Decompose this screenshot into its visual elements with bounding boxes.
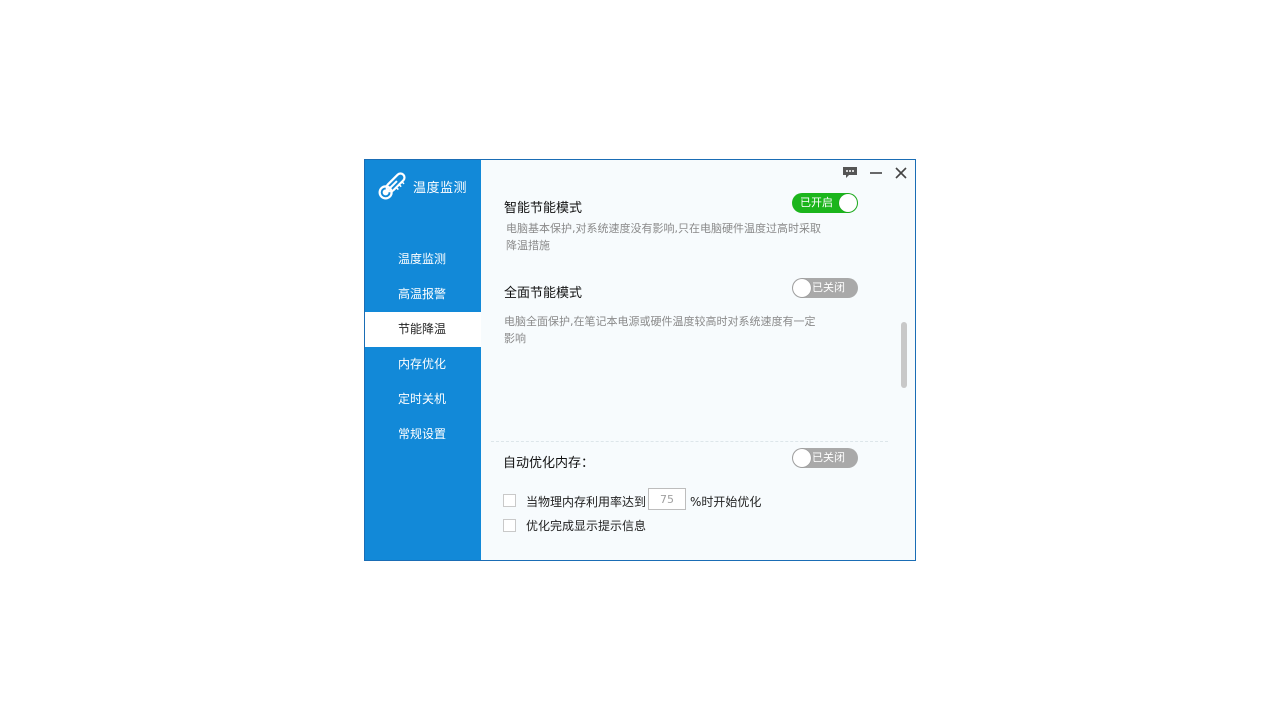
toggle-knob — [793, 279, 811, 297]
sidebar: 温度监测 温度监测 高温报警 节能降温 内存优化 定时关机 常规设置 — [365, 160, 481, 560]
sidebar-item-general-settings[interactable]: 常规设置 — [365, 417, 481, 452]
notify-checkbox[interactable] — [503, 519, 516, 532]
toggle-knob — [793, 449, 811, 467]
thermometer-icon — [375, 169, 409, 203]
memory-threshold-input[interactable]: 75 — [648, 488, 686, 510]
full-mode-toggle[interactable]: 已关闭 — [792, 278, 858, 298]
close-icon[interactable] — [892, 165, 910, 181]
app-window: 温度监测 温度监测 高温报警 节能降温 内存优化 定时关机 常规设置 智能节能模… — [364, 159, 916, 561]
auto-memory-title: 自动优化内存： — [503, 456, 595, 471]
auto-memory-toggle[interactable]: 已关闭 — [792, 448, 858, 468]
smart-mode-title: 智能节能模式 — [504, 201, 583, 216]
sidebar-item-energy-saving[interactable]: 节能降温 — [365, 312, 481, 347]
smart-mode-toggle[interactable]: 已开启 — [792, 193, 858, 213]
scrollbar-thumb[interactable] — [901, 322, 907, 388]
notify-label: 优化完成显示提示信息 — [526, 519, 647, 533]
app-title: 温度监测 — [413, 180, 468, 196]
memory-threshold-checkbox[interactable] — [503, 494, 516, 507]
sidebar-item-high-temp-alarm[interactable]: 高温报警 — [365, 277, 481, 312]
smart-mode-toggle-label: 已开启 — [800, 196, 833, 209]
sidebar-item-temperature[interactable]: 温度监测 — [365, 242, 481, 277]
full-mode-title: 全面节能模式 — [504, 286, 583, 301]
memory-threshold-suffix: %时开始优化 — [690, 495, 762, 509]
auto-memory-toggle-label: 已关闭 — [812, 451, 845, 464]
minimize-icon[interactable] — [867, 165, 885, 181]
sidebar-item-memory[interactable]: 内存优化 — [365, 347, 481, 382]
section-divider — [491, 441, 888, 442]
toggle-knob — [839, 194, 857, 212]
sidebar-nav: 温度监测 高温报警 节能降温 内存优化 定时关机 常规设置 — [365, 242, 481, 452]
smart-mode-description: 电脑基本保护,对系统速度没有影响,只在电脑硬件温度过高时采取降温措施 — [506, 222, 821, 252]
chat-icon[interactable] — [841, 165, 859, 181]
full-mode-toggle-label: 已关闭 — [812, 281, 845, 294]
memory-threshold-label: 当物理内存利用率达到 — [526, 495, 647, 509]
main-panel: 智能节能模式 已开启 电脑基本保护,对系统速度没有影响,只在电脑硬件温度过高时采… — [481, 160, 915, 560]
sidebar-item-shutdown-timer[interactable]: 定时关机 — [365, 382, 481, 417]
brand: 温度监测 — [375, 168, 467, 204]
full-mode-description: 电脑全面保护,在笔记本电源或硬件温度较高时对系统速度有一定影响 — [504, 315, 816, 345]
